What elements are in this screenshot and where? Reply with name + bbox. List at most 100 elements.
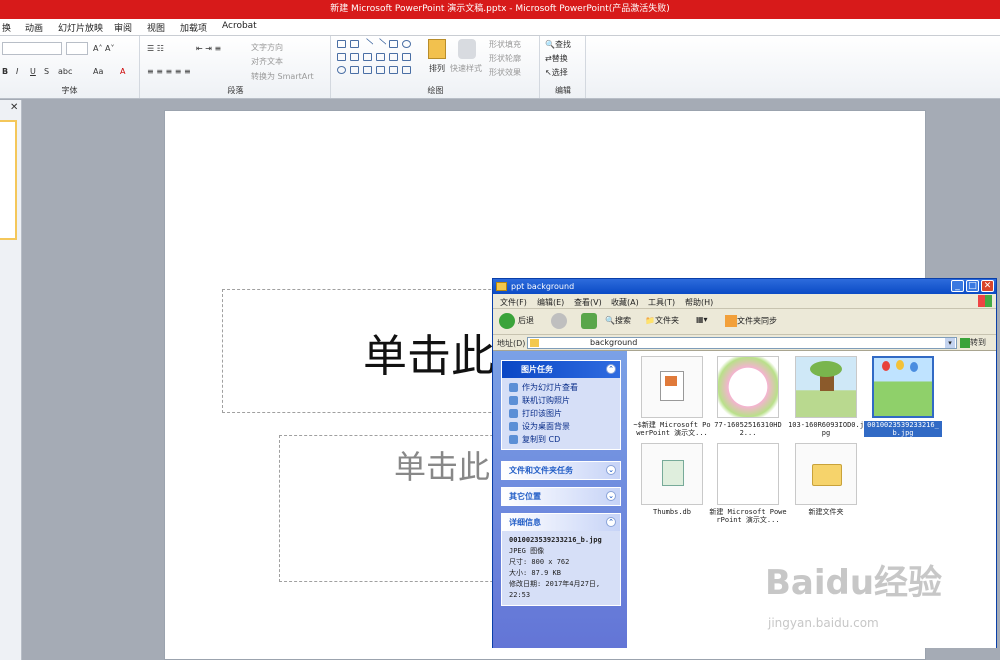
expand-icon[interactable]: ⌄	[606, 491, 616, 501]
tab-review[interactable]: 审阅	[114, 21, 132, 34]
details-filename: 0010023539233216_b.jpg	[509, 536, 602, 544]
search-button[interactable]: 🔍搜索	[605, 315, 631, 326]
address-input[interactable]: background ▾	[527, 337, 957, 349]
shape-effects-button[interactable]: 形状效果	[489, 67, 521, 78]
align-text-button[interactable]: 对齐文本	[251, 56, 283, 67]
select-button[interactable]: ↖选择	[545, 67, 568, 78]
maximize-button[interactable]: □	[966, 280, 979, 292]
align-icons[interactable]: ≡ ≡ ≡ ≡ ≡	[147, 67, 191, 76]
font-name-box[interactable]	[2, 42, 62, 55]
menu-edit[interactable]: 编辑(E)	[537, 297, 564, 308]
go-button[interactable]: 转到	[960, 337, 986, 348]
baidu-watermark: Baidu经验	[765, 563, 943, 603]
details-title: 详细信息	[509, 518, 541, 527]
file-item[interactable]: 103-160R6093IOD0.jpg	[787, 356, 865, 437]
menu-file[interactable]: 文件(F)	[500, 297, 527, 308]
back-button[interactable]: 后退	[518, 315, 534, 326]
minimize-button[interactable]: _	[951, 280, 964, 292]
task-print-picture[interactable]: 打印该图片	[502, 407, 620, 420]
file-item[interactable]: Thumbs.db	[633, 443, 711, 516]
find-label: 查找	[554, 40, 571, 49]
address-label: 地址(D)	[497, 339, 526, 348]
text-direction-button[interactable]: 文字方向	[251, 42, 283, 53]
italic-icon[interactable]: I	[16, 67, 18, 76]
menu-help[interactable]: 帮助(H)	[685, 297, 713, 308]
strikethrough-icon[interactable]: abc	[58, 67, 72, 76]
task-label: 复制到 CD	[522, 435, 561, 444]
details-header[interactable]: 详细信息 ⌃	[502, 514, 620, 531]
cd-icon	[509, 435, 518, 444]
explorer-menubar: 文件(F) 编辑(E) 查看(V) 收藏(A) 工具(T) 帮助(H)	[493, 294, 996, 309]
folder-icon	[795, 443, 857, 505]
indent-icon[interactable]: ⇤ ⇥ ≡	[196, 44, 221, 53]
quick-styles-icon[interactable]	[458, 39, 476, 59]
editing-group: 🔍查找 ⇄替换 ↖选择 编辑	[541, 36, 586, 98]
tab-animations[interactable]: 动画	[25, 21, 43, 34]
task-pane: 图片任务 ⌃ 作为幻灯片查看 联机订购照片 打印该图片 设为桌面背景 复制到 C…	[493, 351, 627, 648]
file-item-selected[interactable]: 0010023539233216_b.jpg	[864, 356, 942, 437]
address-dropdown-icon[interactable]: ▾	[945, 338, 955, 348]
details-panel: 详细信息 ⌃ 0010023539233216_b.jpg JPEG 图像 尺寸:…	[501, 513, 621, 606]
bold-icon[interactable]: B	[2, 67, 8, 76]
tab-view[interactable]: 视图	[147, 21, 165, 34]
tab-slideshow[interactable]: 幻灯片放映	[58, 21, 103, 34]
menu-favorites[interactable]: 收藏(A)	[611, 297, 639, 308]
menu-tools[interactable]: 工具(T)	[648, 297, 675, 308]
shadow-icon[interactable]: S	[44, 67, 49, 76]
font-size-box[interactable]	[66, 42, 88, 55]
address-bar: 地址(D) background ▾ 转到	[493, 335, 996, 351]
sync-button[interactable]: 文件夹同步	[725, 315, 777, 327]
go-label: 转到	[970, 338, 986, 347]
views-icon[interactable]: ▦▾	[696, 315, 708, 324]
file-item[interactable]: 新建 Microsoft PowerPoint 演示文...	[709, 443, 787, 524]
explorer-titlebar[interactable]: ppt background _ □ ✕	[493, 279, 996, 294]
ppt-file-icon	[641, 356, 703, 418]
close-button[interactable]: ✕	[981, 280, 994, 292]
collapse-icon[interactable]: ⌃	[606, 364, 616, 374]
menu-view[interactable]: 查看(V)	[574, 297, 602, 308]
picture-tasks-header[interactable]: 图片任务 ⌃	[502, 361, 620, 378]
arrange-button[interactable]: 排列	[429, 63, 445, 74]
back-icon[interactable]	[499, 313, 515, 329]
smartart-button[interactable]: 转换为 SmartArt	[251, 71, 314, 82]
expand-icon[interactable]: ⌄	[606, 465, 616, 475]
search-icon: 🔍	[605, 316, 615, 325]
other-places-header[interactable]: 其它位置 ⌄	[502, 488, 620, 505]
arrange-icon[interactable]	[428, 39, 446, 59]
details-modified: 修改日期: 2017年4月27日, 22:53	[509, 580, 601, 599]
task-copy-to-cd[interactable]: 复制到 CD	[502, 433, 620, 446]
file-item[interactable]: 新建文件夹	[787, 443, 865, 516]
file-folder-tasks-header[interactable]: 文件和文件夹任务 ⌄	[502, 462, 620, 479]
case-icon[interactable]: Aa	[93, 67, 103, 76]
tab-acrobat[interactable]: Acrobat	[222, 21, 257, 31]
close-pane-icon[interactable]: ✕	[10, 102, 18, 113]
ppt-blank-icon	[717, 443, 779, 505]
forward-icon[interactable]	[551, 313, 567, 329]
replace-icon: ⇄	[545, 54, 552, 63]
tab-transitions[interactable]: 换	[2, 21, 11, 34]
tab-addins[interactable]: 加载项	[180, 21, 207, 34]
underline-icon[interactable]: U	[30, 67, 36, 76]
collapse-icon[interactable]: ⌃	[606, 517, 616, 527]
shape-fill-button[interactable]: 形状填充	[489, 39, 521, 50]
font-color-icon[interactable]: A	[120, 67, 125, 76]
slide-thumbnail[interactable]	[0, 120, 17, 240]
task-view-as-slideshow[interactable]: 作为幻灯片查看	[502, 381, 620, 394]
grow-font-icon[interactable]: A˄ A˅	[93, 44, 115, 53]
quick-styles-button[interactable]: 快速样式	[450, 63, 482, 74]
up-folder-icon[interactable]	[581, 313, 597, 329]
folders-button[interactable]: 📁文件夹	[645, 315, 679, 326]
file-item[interactable]: 77-16052516310HD2...	[709, 356, 787, 437]
replace-button[interactable]: ⇄替换	[545, 53, 568, 64]
baidu-watermark-url: jingyan.baidu.com	[768, 616, 879, 630]
task-set-desktop-background[interactable]: 设为桌面背景	[502, 420, 620, 433]
shape-outline-button[interactable]: 形状轮廓	[489, 53, 521, 64]
find-button[interactable]: 🔍查找	[545, 39, 571, 50]
file-item[interactable]: ~$新建 Microsoft PowerPoint 演示文...	[633, 356, 711, 437]
file-name: Thumbs.db	[653, 508, 691, 516]
task-order-prints[interactable]: 联机订购照片	[502, 394, 620, 407]
other-places-panel: 其它位置 ⌄	[501, 487, 621, 506]
window-title: 新建 Microsoft PowerPoint 演示文稿.pptx - Micr…	[0, 0, 1000, 19]
bullets-icon[interactable]: ☰ ☷	[147, 44, 164, 53]
file-name: 新建 Microsoft PowerPoint 演示文...	[709, 508, 787, 524]
